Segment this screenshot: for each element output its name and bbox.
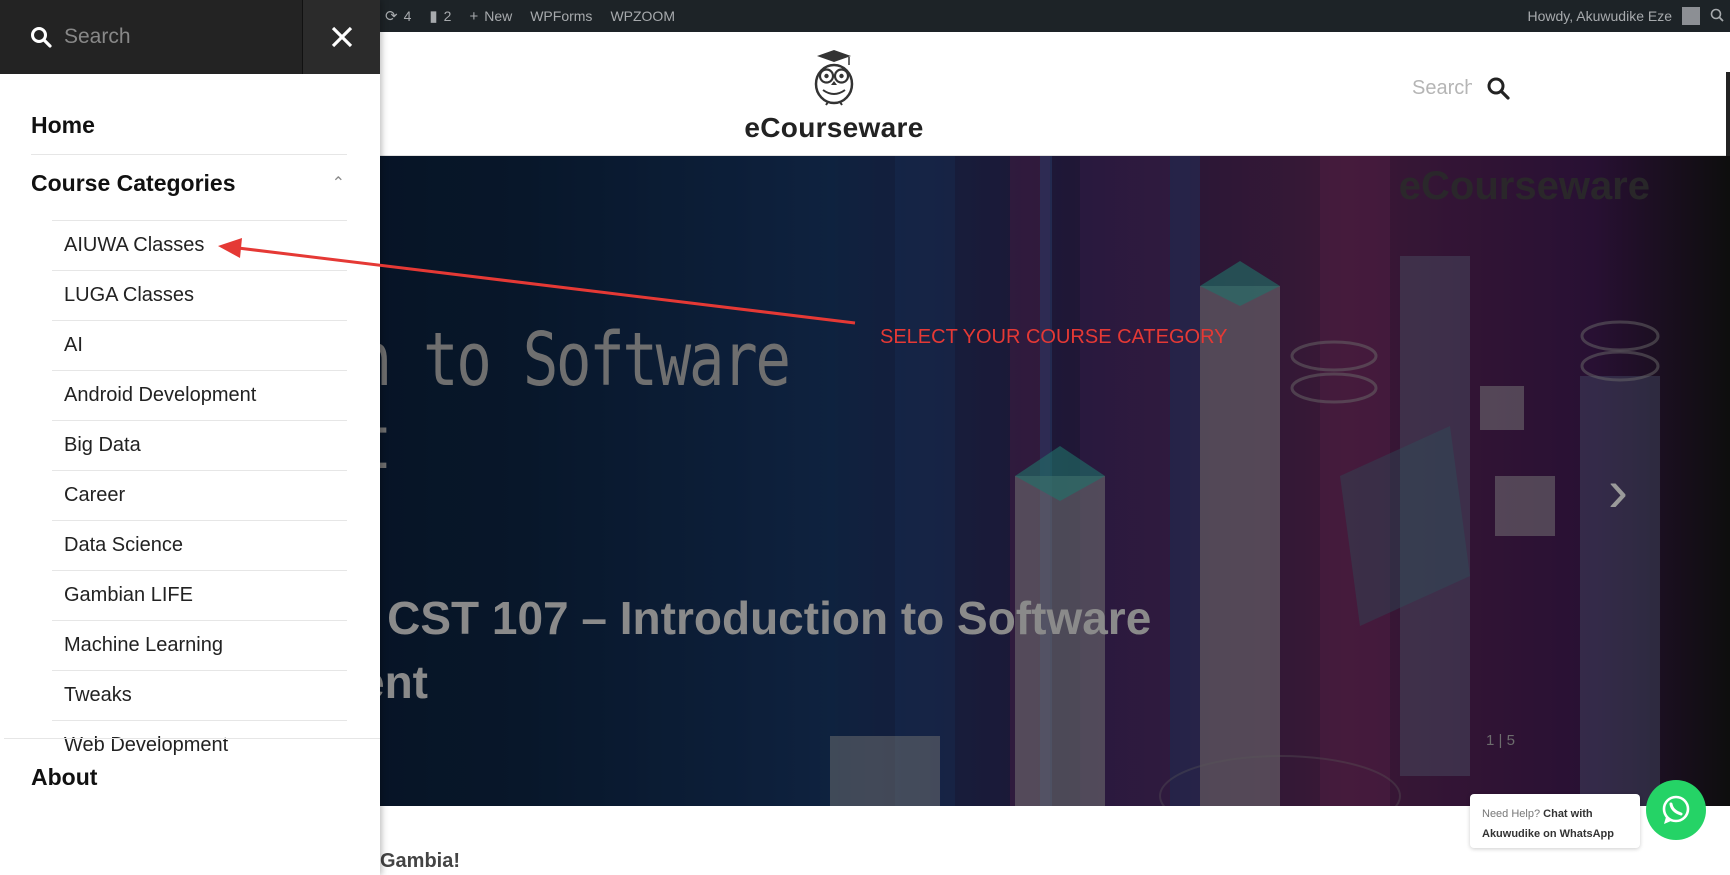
whatsapp-tip-bold-1: Chat with [1543, 808, 1593, 820]
submenu-item[interactable]: Web Development [52, 720, 347, 770]
admin-bar-comments[interactable]: ▮ 2 [429, 8, 451, 24]
menu-item-about[interactable]: About [31, 764, 97, 791]
slider-next-arrow-icon[interactable]: › [1608, 456, 1628, 525]
panel-search-input[interactable]: Search [0, 0, 303, 74]
whatsapp-tooltip[interactable]: Need Help? Chat with Akuwudike on WhatsA… [1470, 794, 1640, 848]
chevron-up-icon[interactable]: ⌃ [332, 173, 347, 193]
submenu-item[interactable]: Data Science [52, 520, 347, 570]
submenu-item[interactable]: LUGA Classes [52, 270, 347, 320]
admin-bar-left: ⟳ 4 ▮ 2 + New WPForms WPZOOM [385, 0, 675, 32]
whatsapp-icon [1662, 795, 1690, 824]
howdy-account-link[interactable]: Howdy, Akuwudike Eze [1528, 8, 1672, 24]
submenu-item[interactable]: Android Development [52, 370, 347, 420]
hero-post-title-line: pment [290, 650, 1390, 714]
admin-search-icon[interactable] [1710, 8, 1724, 25]
menu-divider [4, 738, 380, 739]
admin-bar-wpzoom[interactable]: WPZOOM [610, 8, 675, 24]
close-icon [331, 26, 352, 48]
avatar[interactable] [1682, 7, 1700, 25]
panel-search-placeholder: Search [64, 25, 131, 48]
header-search-input[interactable]: Search [1412, 77, 1472, 100]
new-label: New [484, 8, 513, 24]
hero-post-title-line: ted: CST 107 – Introduction to Software [290, 592, 1152, 644]
header-scroll-indicator [1726, 72, 1730, 162]
whatsapp-button[interactable] [1646, 780, 1706, 840]
submenu-item[interactable]: Career [52, 470, 347, 520]
admin-bar-wpforms[interactable]: WPForms [530, 8, 592, 24]
hero-brand: eCourseware [1398, 164, 1650, 208]
comment-icon: ▮ [429, 7, 438, 25]
annotation-label: SELECT YOUR COURSE CATEGORY [880, 326, 1228, 348]
hero-post-title[interactable]: ted: CST 107 – Introduction to Software … [290, 586, 1390, 715]
whatsapp-tip-prefix: Need Help? [1482, 808, 1541, 820]
menu-item-course-categories[interactable]: Course Categories ⌃ [31, 166, 347, 200]
whatsapp-tip-bold-2: Akuwudike on WhatsApp [1482, 827, 1614, 840]
admin-bar-new[interactable]: + New [469, 8, 512, 24]
comments-count: 2 [443, 8, 452, 24]
plus-icon: + [469, 7, 479, 25]
course-categories-submenu: AIUWA Classes LUGA Classes AI Android De… [52, 220, 347, 770]
search-icon [31, 27, 52, 48]
submenu-item[interactable]: AIUWA Classes [52, 220, 347, 270]
owl-logo-icon [814, 50, 854, 106]
submenu-item[interactable]: Tweaks [52, 670, 347, 720]
site-logo[interactable]: eCourseware [734, 48, 934, 144]
submenu-item[interactable]: Machine Learning [52, 620, 347, 670]
welcome-heading: Gambia! [380, 850, 461, 872]
submenu-item[interactable]: Gambian LIFE [52, 570, 347, 620]
updates-count: 4 [403, 8, 412, 24]
slideout-nav-panel: Search Home Course Categories ⌃ AIUWA Cl… [0, 0, 380, 875]
slider-pager: 1 | 5 [1486, 732, 1515, 749]
submenu-item[interactable]: AI [52, 320, 347, 370]
admin-bar-updates[interactable]: ⟳ 4 [385, 8, 411, 24]
search-icon[interactable] [1486, 76, 1510, 100]
logo-text: eCourseware [744, 112, 924, 143]
header-search[interactable]: Search [1412, 76, 1510, 100]
menu-item-home[interactable]: Home [31, 112, 95, 139]
panel-search-bar: Search [0, 0, 380, 74]
admin-bar-right: Howdy, Akuwudike Eze [1528, 0, 1730, 32]
course-categories-label: Course Categories [31, 169, 236, 196]
menu-divider [31, 154, 347, 155]
updates-icon: ⟳ [385, 7, 398, 25]
submenu-item[interactable]: Big Data [52, 420, 347, 470]
close-button[interactable] [303, 0, 380, 74]
